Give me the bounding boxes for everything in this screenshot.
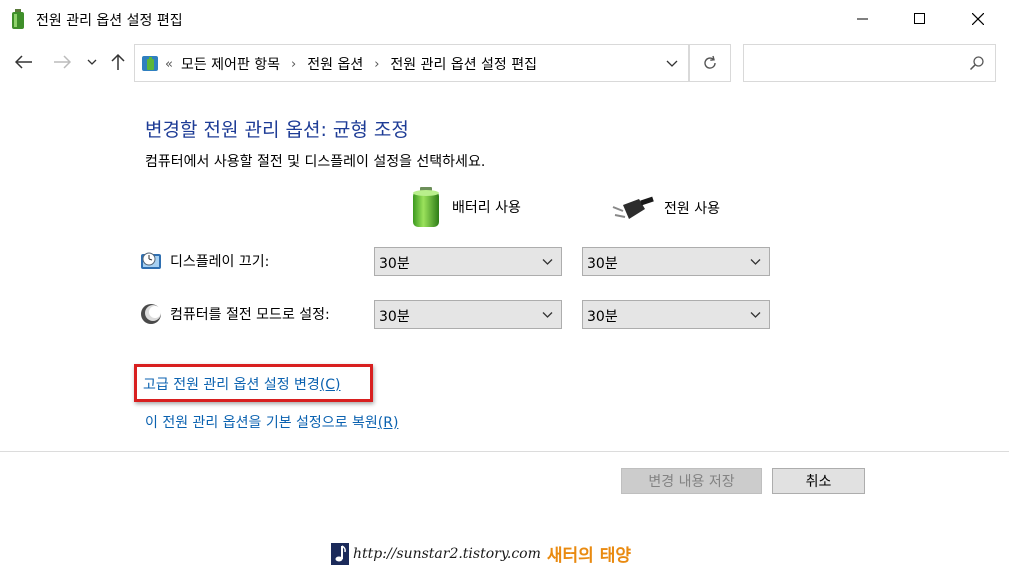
power-plug-icon (612, 196, 654, 219)
display-off-plugged-select[interactable]: 30분 (582, 247, 770, 276)
arrow-right-icon (54, 55, 71, 69)
breadcrumb-overflow[interactable]: « (165, 57, 173, 72)
display-off-setting: 디스플레이 끄기: (140, 250, 269, 272)
page-description: 컴퓨터에서 사용할 절전 및 디스플레이 설정을 선택하세요. (145, 154, 486, 170)
battery-column-label: 배터리 사용 (452, 200, 521, 216)
power-options-icon (142, 56, 158, 71)
search-icon (969, 56, 984, 71)
minimize-icon (857, 18, 868, 20)
up-button[interactable] (106, 50, 130, 74)
cancel-button[interactable]: 취소 (772, 468, 865, 494)
battery-icon (413, 187, 439, 227)
plugged-column-label: 전원 사용 (664, 201, 720, 217)
display-off-battery-select[interactable]: 30분 (374, 247, 562, 276)
arrow-up-icon (111, 53, 125, 70)
plugged-column-header: 전원 사용 (611, 195, 720, 221)
save-changes-button[interactable]: 변경 내용 저장 (621, 468, 762, 494)
footer-divider (0, 451, 1009, 452)
sleep-plugged-value: 30분 (587, 309, 618, 325)
display-off-plugged-value: 30분 (587, 256, 618, 272)
battery-column-header: 배터리 사용 (410, 186, 521, 228)
advanced-settings-link[interactable]: 고급 전원 관리 옵션 설정 변경(C) (143, 374, 341, 394)
sleep-plugged-select[interactable]: 30분 (582, 300, 770, 329)
advanced-settings-text: 고급 전원 관리 옵션 설정 변경 (143, 377, 320, 393)
watermark: http://sunstar2.tistory.com 새터의 태양 (331, 541, 631, 566)
display-off-battery-value: 30분 (379, 256, 410, 272)
forward-button[interactable] (50, 50, 74, 74)
music-note-icon (331, 542, 349, 565)
maximize-button[interactable] (891, 0, 949, 38)
title-bar: 전원 관리 옵션 설정 편집 (0, 0, 1009, 38)
back-button[interactable] (12, 50, 36, 74)
refresh-icon (704, 55, 716, 69)
breadcrumb-separator-icon[interactable]: › (291, 57, 296, 72)
refresh-button[interactable] (689, 44, 731, 82)
arrow-left-icon (15, 55, 32, 69)
restore-defaults-accesskey: (R) (377, 415, 399, 431)
close-icon (972, 13, 984, 25)
navigation-bar: « 모든 제어판 항목 › 전원 옵션 › 전원 관리 옵션 설정 편집 (0, 40, 1009, 84)
minimize-button[interactable] (834, 0, 892, 38)
battery-app-icon (12, 9, 24, 29)
close-button[interactable] (949, 0, 1007, 38)
address-bar[interactable]: « 모든 제어판 항목 › 전원 옵션 › 전원 관리 옵션 설정 편집 (134, 44, 689, 82)
maximize-icon (914, 13, 925, 24)
moon-sleep-icon (141, 304, 161, 324)
search-box[interactable] (743, 44, 996, 82)
page-heading: 변경할 전원 관리 옵션: 균형 조정 (145, 119, 409, 141)
sleep-label: 컴퓨터를 절전 모드로 설정: (170, 307, 330, 323)
watermark-url: http://sunstar2.tistory.com (353, 545, 541, 562)
display-off-label: 디스플레이 끄기: (170, 254, 270, 270)
sleep-battery-value: 30분 (379, 309, 410, 325)
chevron-down-icon (542, 259, 553, 265)
sleep-battery-select[interactable]: 30분 (374, 300, 562, 329)
restore-defaults-link[interactable]: 이 전원 관리 옵션을 기본 설정으로 복원(R) (145, 412, 398, 432)
chevron-down-icon (750, 259, 761, 265)
breadcrumb-power-options[interactable]: 전원 옵션 (307, 54, 363, 74)
address-dropdown-icon[interactable] (664, 55, 680, 71)
breadcrumb-edit-plan[interactable]: 전원 관리 옵션 설정 편집 (390, 54, 537, 74)
recent-locations-button[interactable] (82, 50, 102, 74)
chevron-down-icon (542, 312, 553, 318)
sleep-setting: 컴퓨터를 절전 모드로 설정: (140, 303, 330, 325)
display-clock-icon (141, 252, 161, 269)
window-title: 전원 관리 옵션 설정 편집 (36, 13, 183, 29)
watermark-name: 새터의 태양 (546, 546, 632, 566)
chevron-down-icon (87, 59, 97, 65)
breadcrumb-separator-icon[interactable]: › (374, 57, 379, 72)
restore-defaults-text: 이 전원 관리 옵션을 기본 설정으로 복원 (145, 415, 378, 431)
breadcrumb-all-control-panel[interactable]: 모든 제어판 항목 (181, 54, 280, 74)
advanced-settings-accesskey: (C) (319, 377, 341, 393)
chevron-down-icon (750, 312, 761, 318)
